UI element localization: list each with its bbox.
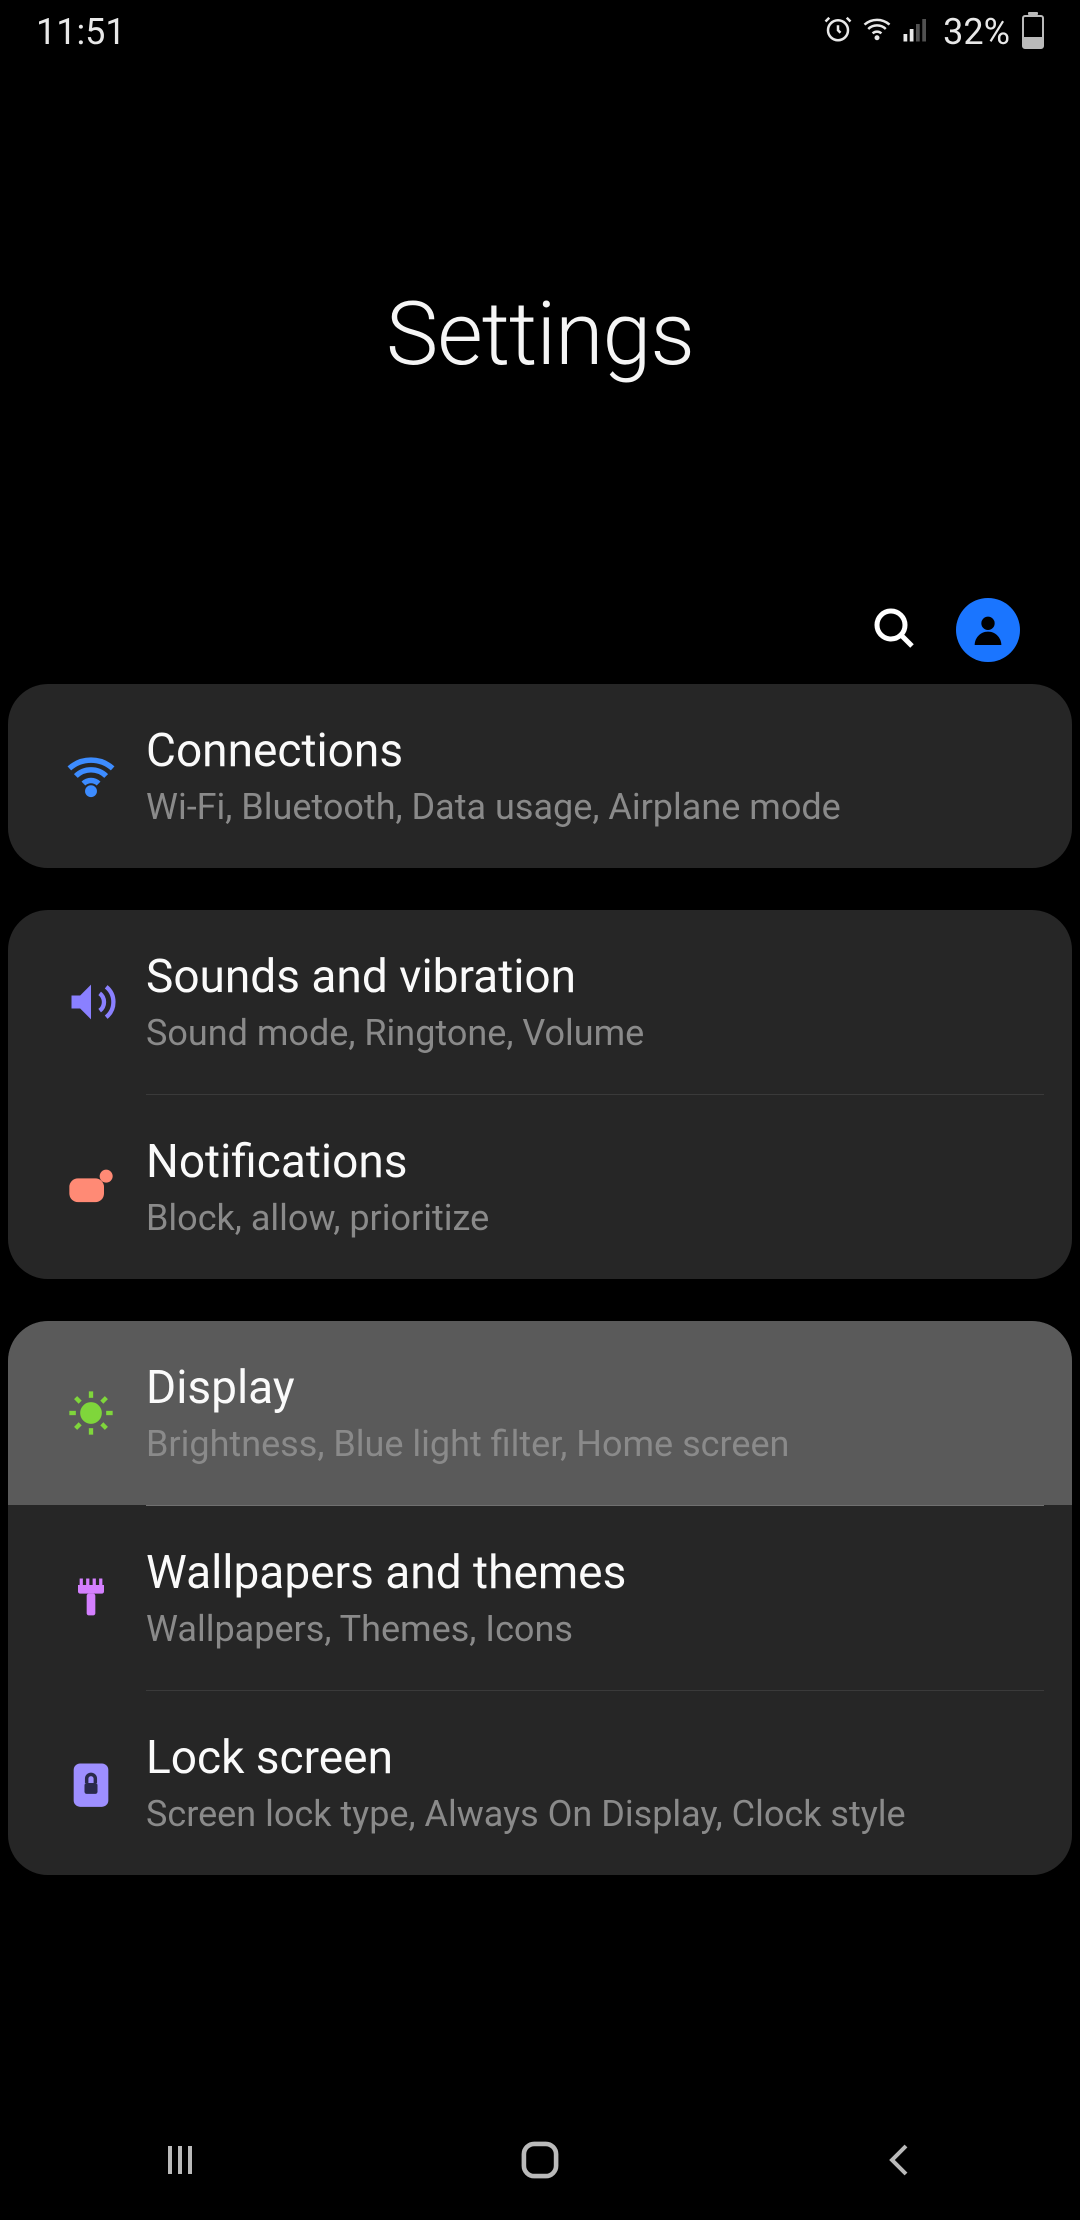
list-item-lockscreen[interactable]: Lock screen Screen lock type, Always On … <box>8 1691 1072 1875</box>
alarm-icon <box>823 11 853 53</box>
item-subtitle: Wallpapers, Themes, Icons <box>146 1608 1044 1650</box>
notification-icon <box>65 1161 117 1213</box>
status-time: 11:51 <box>36 11 126 53</box>
list-item-display[interactable]: Display Brightness, Blue light filter, H… <box>8 1321 1072 1505</box>
search-button[interactable] <box>870 604 918 656</box>
back-icon <box>880 2140 920 2180</box>
header: Settings <box>0 64 1080 604</box>
person-icon <box>968 610 1008 650</box>
settings-group: Display Brightness, Blue light filter, H… <box>8 1321 1072 1875</box>
status-bar: 11:51 32% <box>0 0 1080 64</box>
navigation-bar <box>0 2100 1080 2220</box>
list-item-connections[interactable]: Connections Wi-Fi, Bluetooth, Data usage… <box>8 684 1072 868</box>
battery-icon <box>1022 15 1044 49</box>
home-button[interactable] <box>480 2130 600 2190</box>
list-item-sounds[interactable]: Sounds and vibration Sound mode, Rington… <box>8 910 1072 1094</box>
back-button[interactable] <box>840 2130 960 2190</box>
list-item-notifications[interactable]: Notifications Block, allow, prioritize <box>8 1095 1072 1279</box>
wifi-status-icon <box>861 11 893 53</box>
list-item-wallpapers[interactable]: Wallpapers and themes Wallpapers, Themes… <box>8 1506 1072 1690</box>
volume-icon <box>65 976 117 1028</box>
item-title: Wallpapers and themes <box>146 1546 1044 1600</box>
page-title: Settings <box>386 283 694 386</box>
settings-list: Connections Wi-Fi, Bluetooth, Data usage… <box>0 684 1080 1875</box>
signal-icon <box>901 11 931 53</box>
lock-icon <box>65 1757 117 1809</box>
item-title: Notifications <box>146 1135 1044 1189</box>
recents-button[interactable] <box>120 2130 240 2190</box>
recents-icon <box>155 2140 205 2180</box>
item-title: Sounds and vibration <box>146 950 1044 1004</box>
item-title: Display <box>146 1361 1044 1415</box>
status-right: 32% <box>823 11 1044 53</box>
item-title: Connections <box>146 724 1044 778</box>
home-icon <box>517 2137 563 2183</box>
battery-percent: 32% <box>943 11 1010 53</box>
search-icon <box>870 604 918 652</box>
item-subtitle: Screen lock type, Always On Display, Clo… <box>146 1793 1044 1835</box>
item-subtitle: Sound mode, Ringtone, Volume <box>146 1012 1044 1054</box>
wifi-icon <box>65 750 117 802</box>
item-subtitle: Block, allow, prioritize <box>146 1197 1044 1239</box>
item-title: Lock screen <box>146 1731 1044 1785</box>
brush-icon <box>65 1572 117 1624</box>
settings-group: Sounds and vibration Sound mode, Rington… <box>8 910 1072 1279</box>
toolbar <box>0 604 1080 684</box>
settings-group: Connections Wi-Fi, Bluetooth, Data usage… <box>8 684 1072 868</box>
item-subtitle: Wi-Fi, Bluetooth, Data usage, Airplane m… <box>146 786 1044 828</box>
account-button[interactable] <box>956 598 1020 662</box>
brightness-icon <box>65 1387 117 1439</box>
item-subtitle: Brightness, Blue light filter, Home scre… <box>146 1423 1044 1465</box>
